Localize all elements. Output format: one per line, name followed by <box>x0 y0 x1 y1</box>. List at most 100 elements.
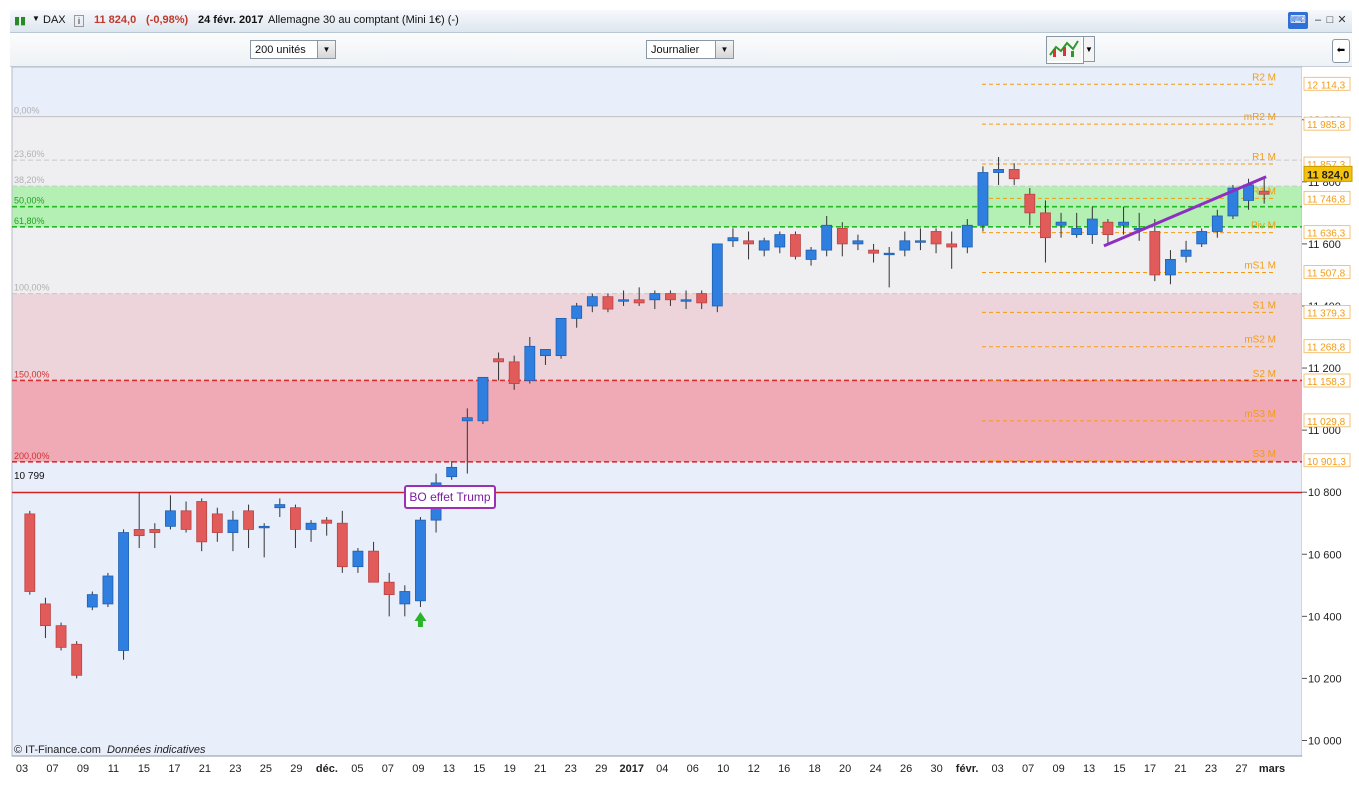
candle <box>352 550 364 568</box>
candle <box>102 575 114 605</box>
pivot-value-label: 12 114,3 <box>1307 80 1346 91</box>
y-tick-label: 11 600 <box>1308 239 1341 251</box>
candle <box>133 529 145 537</box>
candle <box>1024 193 1036 214</box>
price-chart[interactable]: 0,00% 23,60% 38,20% 50,00% 61,80% 100,00% 150,… <box>0 0 1359 789</box>
x-tick-label: 27 <box>1235 763 1247 775</box>
candle <box>290 507 301 530</box>
x-tick-label: 29 <box>595 763 607 775</box>
candle <box>399 591 411 605</box>
candle <box>493 358 504 363</box>
candle <box>805 249 817 260</box>
candle <box>165 510 176 527</box>
candle <box>24 513 36 592</box>
candle <box>508 361 520 384</box>
x-tick-label: 23 <box>1205 763 1217 775</box>
candle <box>368 550 379 583</box>
x-tick-label: 15 <box>138 763 150 775</box>
x-tick-label: mars <box>1259 763 1285 775</box>
x-tick-label: 23 <box>229 763 241 775</box>
x-tick-label: 07 <box>382 763 394 775</box>
x-tick-label: 13 <box>443 763 455 775</box>
candle <box>618 299 629 302</box>
candle <box>946 243 958 248</box>
pivot-value-label: 11 158,3 <box>1307 377 1346 388</box>
candle <box>1008 169 1020 180</box>
pivot-value-label: 11 746,8 <box>1307 194 1346 205</box>
candle <box>649 293 661 301</box>
candle <box>446 466 458 478</box>
candle <box>227 519 239 533</box>
fib-label: 200,00% <box>14 451 50 461</box>
x-tick-label: 21 <box>199 763 211 775</box>
current-price-label: 11 824,0 <box>1307 169 1349 181</box>
candle <box>1165 259 1176 276</box>
x-tick-label: 21 <box>534 763 546 775</box>
x-tick-label: 13 <box>1083 763 1095 775</box>
x-tick-label: févr. <box>956 763 979 775</box>
fib-label: 50,00% <box>14 196 45 206</box>
x-tick-label: 16 <box>778 763 790 775</box>
x-tick-label: 23 <box>565 763 577 775</box>
pivot-label: R2 M <box>1252 72 1276 83</box>
candle <box>758 240 770 251</box>
x-tick-label: 19 <box>504 763 516 775</box>
fib-zone-pink <box>12 293 1302 381</box>
x-tick-label: 30 <box>931 763 943 775</box>
fib-label: 0,00% <box>14 106 40 116</box>
fib-label: 61,80% <box>14 216 45 226</box>
candle <box>180 510 192 530</box>
pivot-value-label: 11 268,8 <box>1307 343 1346 354</box>
x-tick-label: 11 <box>108 763 119 775</box>
pivot-value-label: 11 985,8 <box>1307 120 1346 131</box>
candle <box>961 224 973 248</box>
pivot-label: R1 M <box>1252 152 1276 163</box>
pivot-value-label: 11 379,3 <box>1307 308 1346 319</box>
candle <box>743 240 754 245</box>
candle <box>383 581 395 596</box>
candle <box>477 376 489 422</box>
candle <box>71 643 83 676</box>
pivot-label: Piv M <box>1251 221 1276 232</box>
candle <box>555 317 567 357</box>
candle <box>586 296 598 307</box>
y-tick-label: 10 400 <box>1308 611 1342 623</box>
candle <box>790 234 801 257</box>
candle <box>868 249 879 254</box>
x-tick-label: 26 <box>900 763 912 775</box>
x-tick-label: 10 <box>717 763 729 775</box>
x-tick-label: 03 <box>16 763 28 775</box>
pivot-label: S2 M <box>1253 369 1276 380</box>
x-tick-label: 29 <box>290 763 302 775</box>
candle <box>336 522 348 568</box>
breakout-arrow-icon <box>417 621 423 628</box>
pivot-label: mR2 M <box>1244 112 1276 123</box>
data-disclaimer: Données indicatives <box>107 744 206 756</box>
pivot-label: mS2 M <box>1244 335 1276 346</box>
x-tick-label: 20 <box>839 763 851 775</box>
x-tick-label: 25 <box>260 763 272 775</box>
annotation-box[interactable]: BO effet Trump <box>404 485 496 509</box>
x-tick-label: 07 <box>1022 763 1034 775</box>
candle <box>1149 231 1161 276</box>
x-tick-label: 24 <box>870 763 882 775</box>
pivot-label: S1 M <box>1253 300 1276 311</box>
candle <box>836 227 848 245</box>
candle <box>899 240 911 251</box>
candle <box>696 293 708 304</box>
candle <box>243 510 254 530</box>
fib-label: 38,20% <box>14 175 45 185</box>
candle <box>1055 221 1067 226</box>
candle <box>211 513 223 533</box>
candle <box>680 299 692 302</box>
reference-level-label: 10 799 <box>14 471 45 482</box>
candle <box>118 532 129 651</box>
x-tick-label: déc. <box>316 763 338 775</box>
candle <box>665 293 676 301</box>
x-tick-label: 03 <box>991 763 1003 775</box>
candle <box>305 522 317 530</box>
y-tick-label: 10 000 <box>1308 735 1342 747</box>
candle <box>1180 249 1192 257</box>
x-tick-label: 09 <box>412 763 424 775</box>
candle <box>930 231 942 245</box>
